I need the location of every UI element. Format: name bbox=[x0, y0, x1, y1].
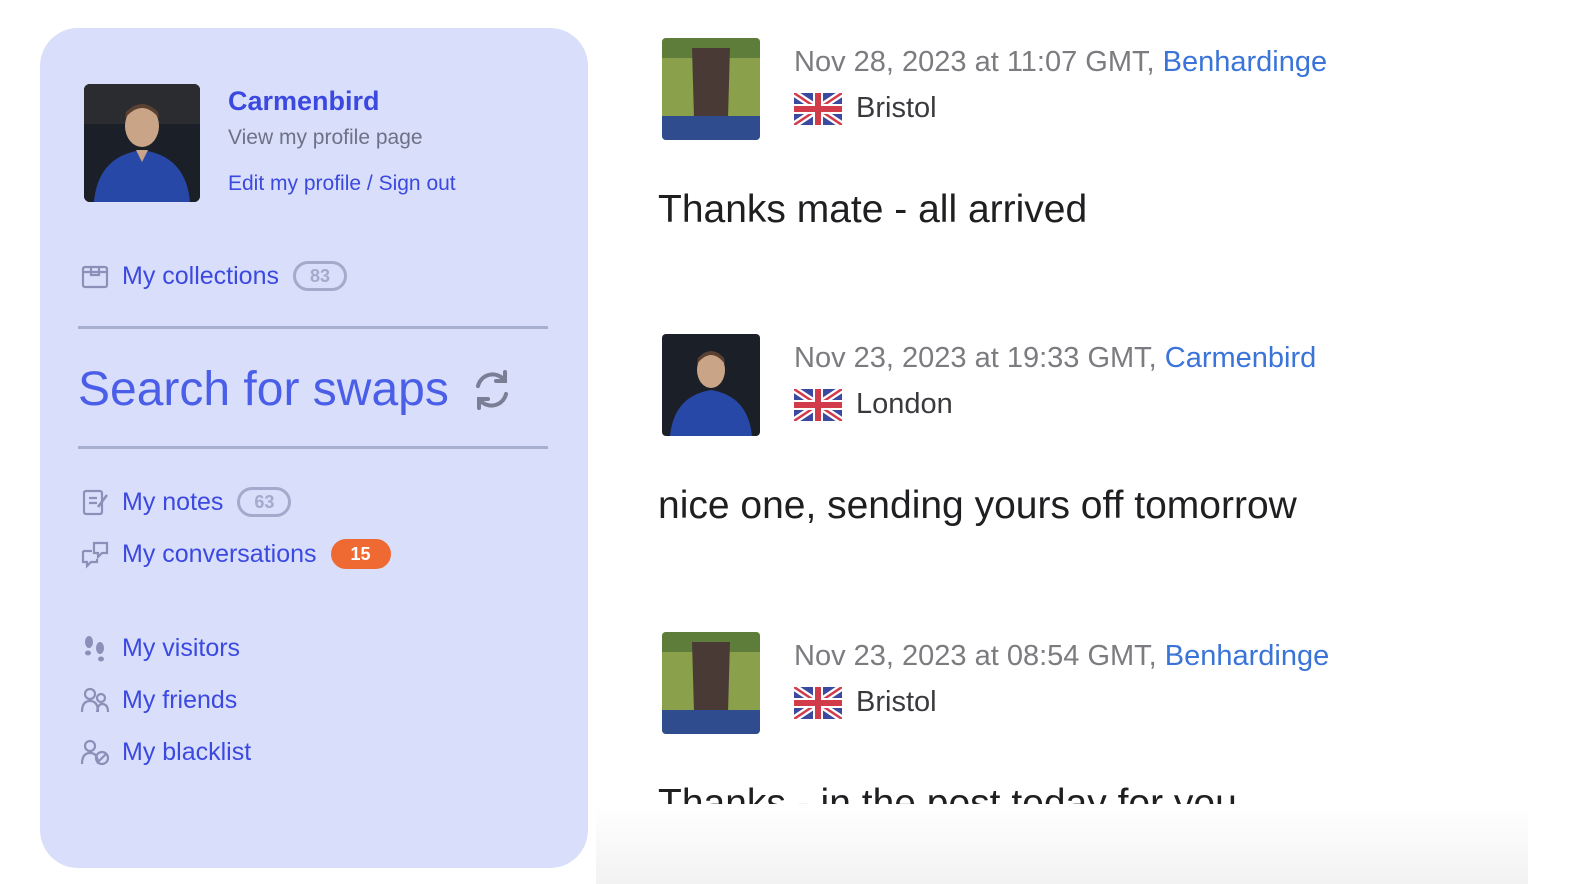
menu-item-visitors[interactable]: My visitors bbox=[78, 630, 240, 666]
uk-flag-icon bbox=[792, 385, 844, 424]
chat-icon bbox=[78, 537, 112, 571]
profile-block: Carmenbird View my profile page Edit my … bbox=[84, 84, 554, 208]
message-item: Nov 23, 2023 at 19:33 GMT, Carmenbird Lo… bbox=[658, 334, 1518, 554]
user-avatar[interactable] bbox=[84, 84, 200, 202]
blacklist-icon bbox=[78, 735, 112, 769]
search-swaps-label: Search for swaps bbox=[78, 363, 449, 416]
view-profile-text[interactable]: View my profile page bbox=[228, 126, 423, 150]
conversations-count-badge: 15 bbox=[330, 539, 391, 569]
author-avatar[interactable] bbox=[662, 38, 760, 140]
uk-flag-icon bbox=[792, 683, 844, 722]
menu-item-blacklist[interactable]: My blacklist bbox=[78, 734, 251, 770]
author-avatar[interactable] bbox=[662, 632, 760, 734]
menu-item-notes[interactable]: My notes 63 bbox=[78, 484, 292, 520]
menu-item-friends[interactable]: My friends bbox=[78, 682, 237, 718]
menu-label-collections: My collections bbox=[122, 261, 279, 290]
collections-count-badge: 83 bbox=[293, 261, 347, 291]
divider bbox=[78, 326, 548, 329]
notepad-icon bbox=[78, 485, 112, 519]
search-swaps-link[interactable]: Search for swaps bbox=[78, 362, 517, 417]
author-location: London bbox=[792, 385, 953, 424]
menu-label-visitors: My visitors bbox=[122, 633, 241, 662]
username-link[interactable]: Carmenbird bbox=[228, 86, 380, 117]
message-date: Nov 23, 2023 at 19:33 GMT, bbox=[794, 342, 1165, 374]
profile-links: Edit my profile / Sign out bbox=[228, 172, 456, 196]
menu-label-friends: My friends bbox=[122, 685, 238, 714]
message-meta: Nov 28, 2023 at 11:07 GMT, Benhardinge bbox=[794, 46, 1327, 79]
message-item: Nov 28, 2023 at 11:07 GMT, Benhardinge B… bbox=[658, 38, 1518, 258]
feed-bottom-fade bbox=[596, 804, 1528, 884]
message-meta: Nov 23, 2023 at 08:54 GMT, Benhardinge bbox=[794, 640, 1329, 673]
message-text: Thanks mate - all arrived bbox=[658, 188, 1088, 231]
footsteps-icon bbox=[78, 631, 112, 665]
message-feed: Nov 28, 2023 at 11:07 GMT, Benhardinge B… bbox=[596, 0, 1528, 884]
menu-item-conversations[interactable]: My conversations 15 bbox=[78, 536, 391, 572]
notes-count-badge: 63 bbox=[237, 487, 292, 517]
author-location: Bristol bbox=[792, 89, 937, 128]
message-meta: Nov 23, 2023 at 19:33 GMT, Carmenbird bbox=[794, 342, 1316, 375]
link-separator: / bbox=[366, 172, 373, 195]
author-avatar[interactable] bbox=[662, 334, 760, 436]
location-text: Bristol bbox=[856, 92, 937, 124]
box-icon bbox=[78, 259, 112, 293]
menu-label-notes: My notes bbox=[122, 487, 224, 516]
author-location: Bristol bbox=[792, 683, 937, 722]
message-date: Nov 28, 2023 at 11:07 GMT, bbox=[794, 46, 1163, 78]
menu-label-blacklist: My blacklist bbox=[122, 737, 252, 766]
swap-arrows-icon bbox=[467, 365, 517, 415]
author-link[interactable]: Carmenbird bbox=[1165, 342, 1317, 374]
sign-out-link[interactable]: Sign out bbox=[379, 172, 456, 195]
edit-profile-link[interactable]: Edit my profile bbox=[228, 172, 361, 195]
message-text: nice one, sending yours off tomorrow bbox=[658, 484, 1297, 527]
friends-icon bbox=[78, 683, 112, 717]
location-text: Bristol bbox=[856, 686, 937, 718]
menu-label-conversations: My conversations bbox=[122, 539, 317, 568]
message-date: Nov 23, 2023 at 08:54 GMT, bbox=[794, 640, 1165, 672]
author-link[interactable]: Benhardinge bbox=[1163, 46, 1327, 78]
uk-flag-icon bbox=[792, 89, 844, 128]
divider bbox=[78, 446, 548, 449]
menu-item-collections[interactable]: My collections 83 bbox=[78, 258, 347, 294]
location-text: London bbox=[856, 388, 953, 420]
author-link[interactable]: Benhardinge bbox=[1165, 640, 1329, 672]
user-sidebar: Carmenbird View my profile page Edit my … bbox=[40, 28, 588, 868]
